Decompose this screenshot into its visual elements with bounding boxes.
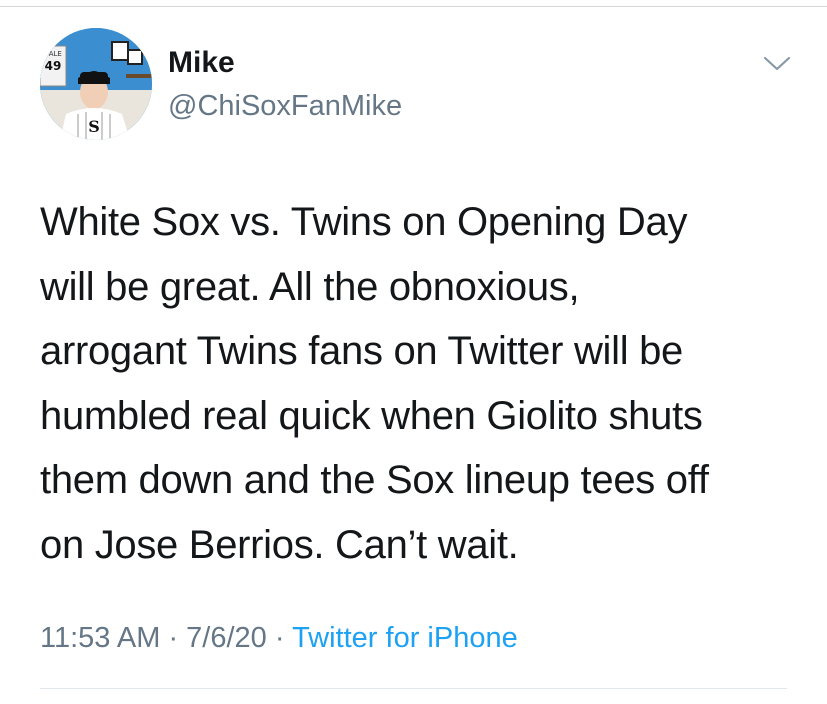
tweet-date[interactable]: 7/6/20 [186, 622, 267, 654]
avatar-sign-text: SALE [44, 50, 62, 58]
tweet-text-line: White Sox vs. Twins on Opening Day [40, 200, 688, 244]
chevron-down-icon[interactable] [762, 52, 792, 74]
meta-separator: · [266, 622, 293, 654]
bottom-divider [40, 688, 787, 689]
avatar-jersey-number: 49 [45, 59, 62, 73]
meta-separator: · [160, 622, 187, 654]
tweet-text-line: will be great. All the obnoxious, [40, 264, 580, 309]
tweet-meta: 11:53 AM · 7/6/20 · Twitter for iPhone [40, 622, 518, 655]
avatar[interactable]: SALE 49 S [40, 28, 152, 140]
tweet-time[interactable]: 11:53 AM [40, 622, 160, 654]
tweet-text-line: arrogant Twins fans on Twitter will be [40, 329, 683, 373]
tweet-text: White Sox vs. Twins on Opening Day will … [40, 190, 800, 577]
top-divider [0, 6, 827, 7]
display-name[interactable]: Mike [168, 46, 235, 80]
user-handle[interactable]: @ChiSoxFanMike [168, 90, 402, 123]
tweet-source-link[interactable]: Twitter for iPhone [292, 622, 518, 654]
svg-text:S: S [88, 117, 100, 136]
tweet-text-line: humbled real quick when Giolito shuts [40, 393, 703, 438]
tweet-text-line: them down and the Sox lineup tees off [40, 458, 709, 502]
tweet-text-line: on Jose Berrios. Can’t wait. [40, 522, 519, 567]
